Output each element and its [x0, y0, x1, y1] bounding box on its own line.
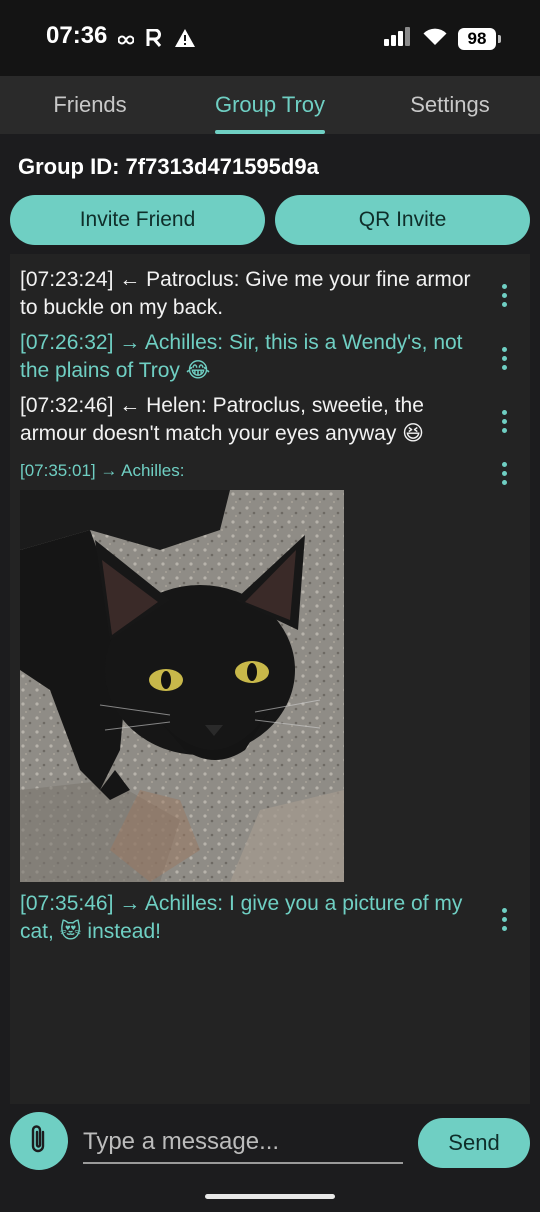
invite-friend-button[interactable]: Invite Friend [10, 195, 265, 245]
warning-icon [174, 28, 196, 53]
qr-invite-button[interactable]: QR Invite [275, 195, 530, 245]
more-dot-icon [501, 347, 507, 352]
tab-settings[interactable]: Settings [360, 76, 540, 134]
wifi-icon [422, 26, 448, 51]
cat-photo-illustration [20, 490, 344, 882]
infinity-icon [117, 32, 135, 50]
group-id-label: Group ID: 7f7313d471595d9a [18, 154, 319, 179]
chat-message-list[interactable]: [07:23:24] ← Patroclus: Give me your fin… [10, 254, 530, 1104]
signal-icon [384, 26, 412, 51]
message-more-options-button[interactable] [498, 908, 510, 931]
black-cat-photo[interactable] [20, 490, 344, 882]
group-actions: Invite Friend QR Invite [10, 195, 530, 245]
send-button[interactable]: Send [418, 1118, 530, 1168]
message-item: [07:35:46] → Achilles: I give you a pict… [20, 892, 463, 943]
message-more-options-button[interactable] [498, 410, 510, 433]
tab-group-troy[interactable]: Group Troy [180, 76, 360, 134]
status-bar: 07:36 98 [0, 0, 540, 76]
attach-button[interactable] [10, 1112, 68, 1170]
message-item: [07:32:46] ← Helen: Patroclus, sweetie, … [20, 394, 425, 445]
home-indicator[interactable] [205, 1194, 335, 1199]
more-dot-icon [501, 284, 507, 289]
status-time: 07:36 [46, 22, 108, 49]
message-more-options-button[interactable] [498, 284, 510, 307]
paperclip-icon [28, 1123, 50, 1160]
more-dot-icon [501, 462, 507, 467]
message-more-options-button[interactable] [498, 347, 510, 370]
more-dot-icon [501, 908, 507, 913]
status-left-icons [117, 28, 196, 53]
r-icon [146, 28, 162, 52]
message-item: [07:35:01] → Achilles: [20, 461, 185, 480]
status-right-icons: 98 [384, 26, 501, 51]
message-more-options-button[interactable] [498, 462, 510, 485]
message-input[interactable] [83, 1122, 403, 1164]
message-composer: Send [0, 1104, 540, 1212]
battery-indicator: 98 [458, 27, 501, 50]
tab-friends[interactable]: Friends [0, 76, 180, 134]
message-item: [07:26:32] → Achilles: Sir, this is a We… [20, 331, 463, 382]
more-dot-icon [501, 410, 507, 415]
tab-bar: Friends Group Troy Settings [0, 76, 540, 134]
message-item: [07:23:24] ← Patroclus: Give me your fin… [20, 268, 471, 319]
